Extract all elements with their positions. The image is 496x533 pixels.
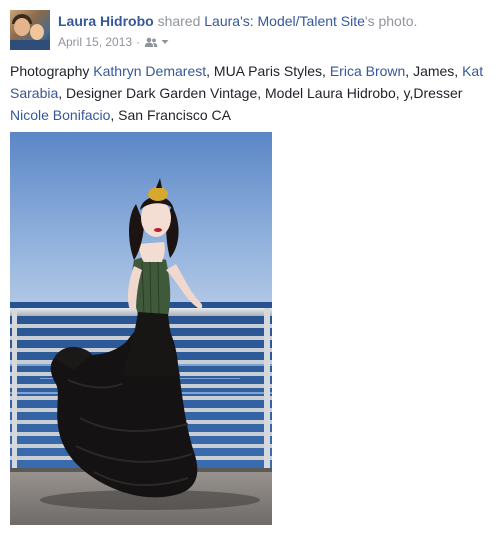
shared-source-link[interactable]: Laura's: Model/Talent Site [204, 13, 365, 29]
post-photo[interactable] [10, 132, 272, 525]
meta-separator: · [136, 35, 141, 49]
post-timestamp[interactable]: April 15, 2013 [58, 34, 132, 50]
shared-suffix: 's photo. [364, 13, 418, 29]
friends-icon [144, 37, 158, 48]
action-text: shared [157, 13, 201, 29]
author-avatar[interactable] [10, 10, 50, 50]
feed-post: Laura Hidrobo shared Laura's: Model/Tale… [0, 0, 496, 533]
tag-link-nicole-bonifacio[interactable]: Nicole Bonifacio [10, 107, 110, 123]
post-meta: April 15, 2013 · [58, 34, 169, 50]
audience-selector[interactable] [144, 37, 169, 48]
post-title-line: Laura Hidrobo shared Laura's: Model/Tale… [58, 12, 417, 30]
post-caption: Photography Kathryn Demarest, MUA Paris … [10, 63, 484, 123]
tag-link-erica-brown[interactable]: Erica Brown [330, 63, 405, 79]
author-name-link[interactable]: Laura Hidrobo [58, 13, 154, 29]
post-header: Laura Hidrobo shared Laura's: Model/Tale… [10, 10, 490, 52]
caret-down-icon [161, 39, 169, 45]
tag-link-kathryn-demarest[interactable]: Kathryn Demarest [93, 63, 206, 79]
